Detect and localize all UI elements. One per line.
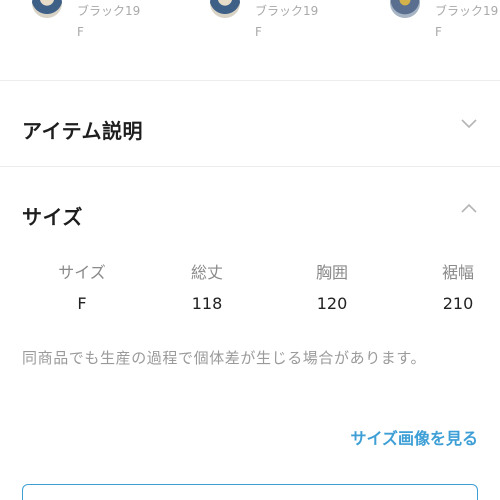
bottom-action-button[interactable] [22, 484, 478, 500]
size-table-cell: 120 [316, 294, 348, 313]
variant-thumbnail [32, 0, 62, 18]
size-table-header: 胸囲 [315, 263, 348, 282]
size-disclaimer: 同商品でも生産の過程で個体差が生じる場合があります。 [22, 349, 427, 367]
variant-color-label: ブラック19 [255, 4, 319, 18]
variant-item[interactable]: ブラック19 F [32, 0, 172, 44]
size-table-cell: 210 [442, 294, 474, 313]
size-section-title: サイズ [22, 205, 83, 229]
size-table-cell: F [77, 294, 87, 313]
chevron-down-icon [461, 119, 477, 129]
variant-item[interactable]: ブラック19 F [390, 0, 500, 44]
size-table-header: 裾幅 [441, 263, 474, 282]
product-detail-page: ブラック19 F ブラック19 F ブラック19 F アイテム説明 サイズ サイ… [0, 0, 500, 500]
size-section-header[interactable]: サイズ [0, 167, 500, 247]
size-table-cell: 118 [191, 294, 223, 313]
variant-size-label: F [255, 25, 262, 39]
variant-color-label: ブラック19 [435, 4, 499, 18]
view-size-image-link[interactable]: サイズ画像を見る [350, 425, 478, 449]
size-table-header: 総丈 [190, 263, 223, 282]
item-description-title: アイテム説明 [22, 119, 143, 143]
size-table-header: サイズ [58, 263, 106, 282]
variant-color-label: ブラック19 [77, 4, 141, 18]
variant-thumbnail [210, 0, 240, 18]
chevron-up-icon [461, 203, 477, 213]
variant-thumbnail [390, 0, 420, 18]
variant-size-label: F [435, 25, 442, 39]
color-variant-list: ブラック19 F ブラック19 F ブラック19 F [0, 0, 500, 80]
variant-size-label: F [77, 25, 84, 39]
variant-item[interactable]: ブラック19 F [210, 0, 350, 44]
item-description-header[interactable]: アイテム説明 [0, 81, 500, 166]
